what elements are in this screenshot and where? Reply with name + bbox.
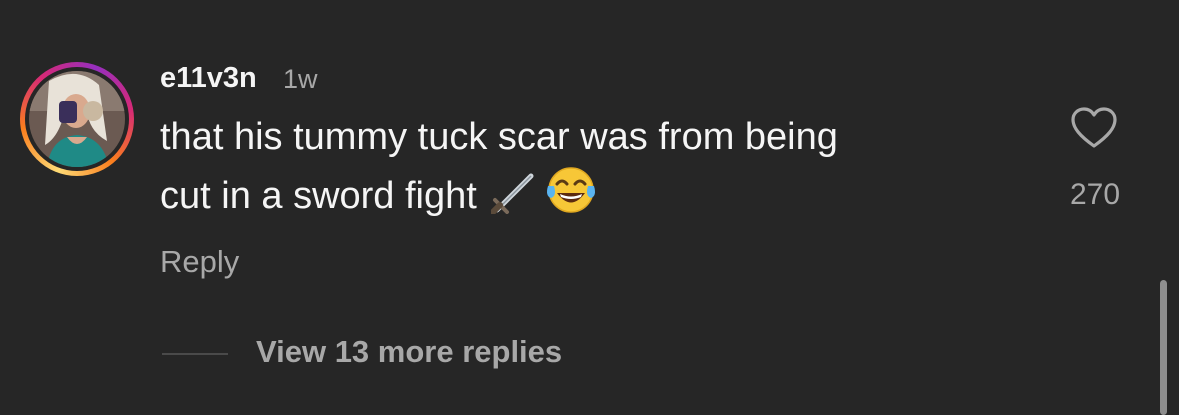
- avatar-story-ring[interactable]: [20, 62, 134, 176]
- avatar-image: [29, 71, 125, 167]
- heart-icon[interactable]: [1070, 106, 1118, 150]
- avatar-ring-gap: [25, 67, 129, 171]
- comment-username[interactable]: e11v3n: [160, 62, 257, 95]
- face-with-tears-of-joy-icon: [545, 166, 597, 231]
- comment-text-line-2: cut in a sword fight: [160, 166, 1000, 231]
- dagger-icon: [490, 170, 541, 231]
- like-count: 270: [1069, 178, 1121, 211]
- avatar[interactable]: [29, 71, 125, 167]
- comment-text-line-2-text: cut in a sword fight: [160, 175, 477, 217]
- comment-text-line-1: that his tummy tuck scar was from being: [160, 116, 838, 158]
- comment-timestamp: 1w: [283, 64, 318, 94]
- replies-divider: [162, 353, 228, 355]
- reply-button[interactable]: Reply: [160, 244, 239, 280]
- comment-text: that his tummy tuck scar was from being …: [160, 108, 1000, 231]
- scrollbar[interactable]: [1160, 280, 1167, 415]
- view-replies-button[interactable]: View 13 more replies: [256, 334, 562, 370]
